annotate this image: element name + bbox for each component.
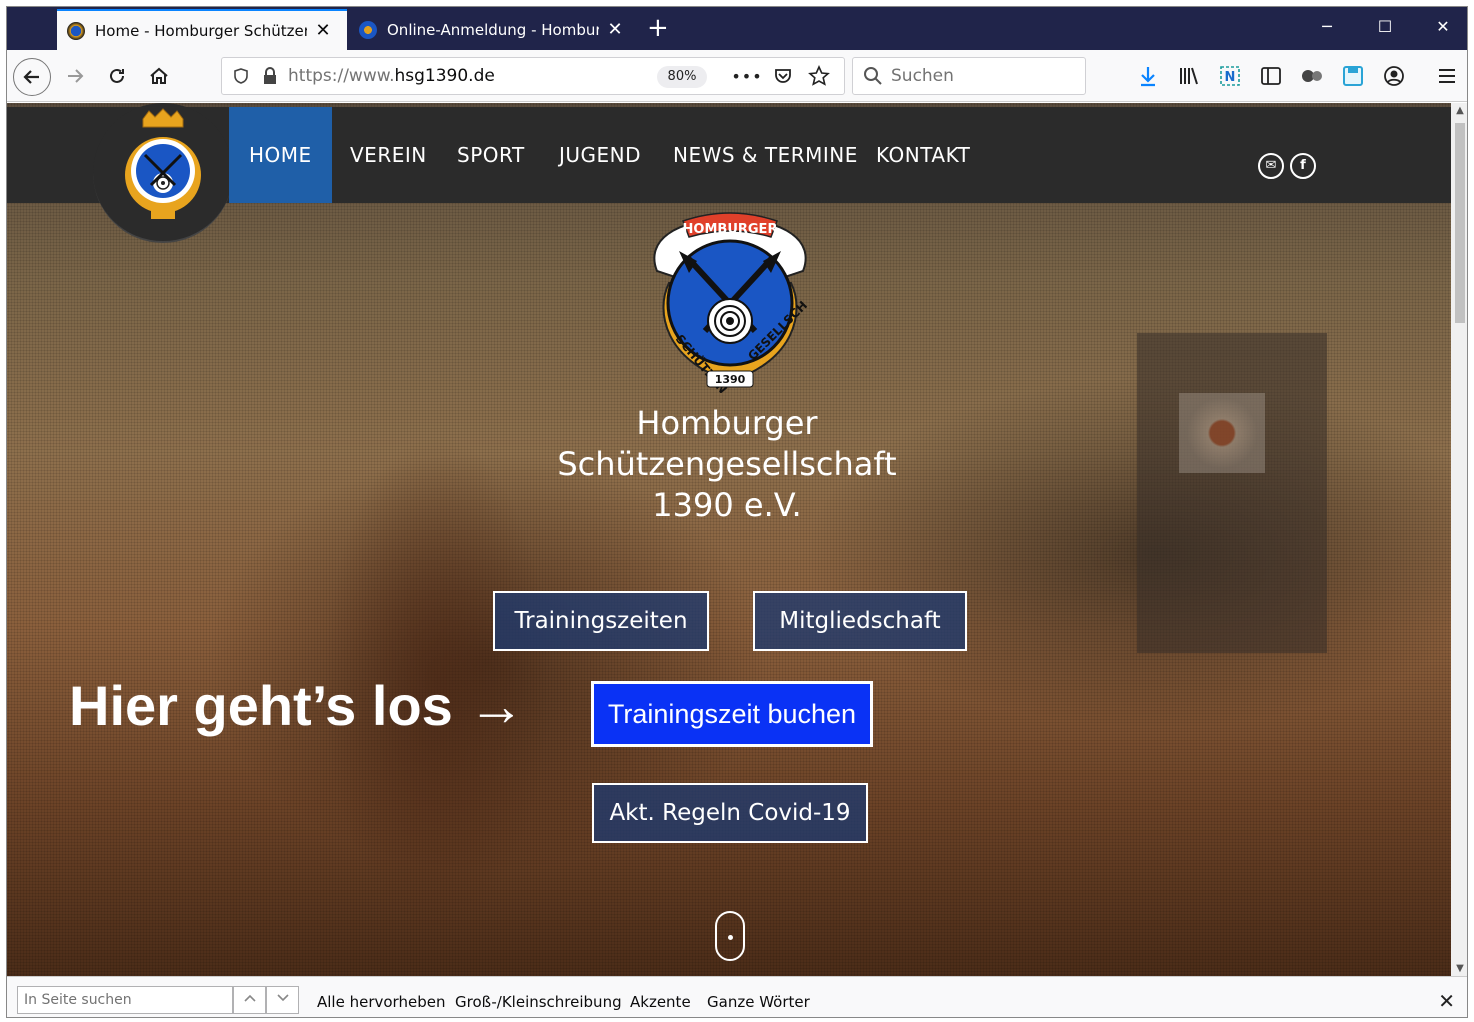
- download-arrow-icon: [1141, 67, 1155, 87]
- hamburger-menu-icon: [1439, 69, 1455, 83]
- search-placeholder: Suchen: [891, 66, 954, 86]
- home-button[interactable]: [143, 60, 175, 92]
- back-button[interactable]: [13, 58, 51, 96]
- tab-online-anmeldung[interactable]: Online-Anmeldung - Homburger ✕: [349, 9, 639, 50]
- scroll-up-icon[interactable]: ▲: [1454, 105, 1466, 116]
- cta-text: Hier geht’s los →: [69, 674, 525, 737]
- find-bar: In Seite suchen Alle hervorheben Groß-/K…: [7, 976, 1467, 1017]
- target-stand: [1137, 333, 1327, 653]
- reload-icon: [110, 68, 124, 83]
- star-icon: [808, 65, 830, 86]
- library-button[interactable]: [1173, 60, 1205, 92]
- site-favicon-icon: [67, 21, 85, 40]
- nav-home[interactable]: HOME: [229, 107, 332, 203]
- scroll-down-icon[interactable]: ▼: [1454, 963, 1466, 974]
- account-button[interactable]: [1378, 60, 1410, 92]
- page-actions-menu-icon[interactable]: •••: [731, 60, 763, 92]
- trainingszeiten-button[interactable]: Trainingszeiten: [493, 591, 709, 651]
- extension-puzzle-icon: [1302, 70, 1322, 82]
- floppy-disk-icon: [1343, 66, 1363, 86]
- mitgliedschaft-button[interactable]: Mitgliedschaft: [753, 591, 967, 651]
- nav-news-termine[interactable]: NEWS & TERMINE: [653, 107, 878, 203]
- bookmark-star-button[interactable]: [803, 60, 835, 92]
- tab-home[interactable]: Home - Homburger Schützengesellschaft ✕: [57, 9, 347, 50]
- extension-n-button[interactable]: N: [1214, 60, 1246, 92]
- globe-favicon-icon: [359, 20, 377, 39]
- new-tab-button[interactable]: +: [647, 15, 669, 41]
- downloads-button[interactable]: [1132, 60, 1164, 92]
- forward-button[interactable]: [59, 60, 91, 92]
- shield-icon: [234, 68, 248, 84]
- hero-title-line3: 1390 e.V.: [652, 486, 802, 524]
- hero-title-line1: Homburger: [636, 404, 818, 442]
- arrow-left-icon: [23, 70, 39, 84]
- close-tab-icon[interactable]: ✕: [607, 19, 623, 40]
- covid-rules-button[interactable]: Akt. Regeln Covid-19: [592, 783, 868, 843]
- chevron-up-icon: [243, 994, 256, 1002]
- url-protocol: https://www.: [288, 66, 395, 86]
- scrollbar-thumb[interactable]: [1455, 123, 1465, 323]
- maximize-icon[interactable]: ☐: [1375, 17, 1395, 36]
- search-bar[interactable]: Suchen: [852, 57, 1086, 95]
- find-input[interactable]: In Seite suchen: [17, 986, 233, 1014]
- logo-text-top: HOMBURGER: [683, 222, 778, 237]
- minimize-icon[interactable]: ─: [1317, 17, 1337, 36]
- chevron-down-icon: [276, 994, 289, 1002]
- logo-year: 1390: [715, 373, 746, 386]
- tab-title: Home - Homburger Schützengesellschaft: [95, 21, 307, 40]
- nav-toolbar: https://www. hsg1390.de 80% ••• Suchen N: [7, 50, 1467, 102]
- facebook-icon[interactable]: f: [1290, 153, 1316, 179]
- nav-verein[interactable]: VEREIN: [330, 107, 447, 203]
- whole-words-option[interactable]: Ganze Wörter: [707, 993, 810, 1011]
- pocket-button[interactable]: [767, 60, 799, 92]
- hamburger-menu-button[interactable]: [1431, 60, 1463, 92]
- web-page: HOME VEREIN SPORT JUGEND NEWS & TERMINE …: [7, 103, 1451, 976]
- library-icon: [1180, 67, 1198, 85]
- find-previous-button[interactable]: [233, 986, 266, 1014]
- close-find-bar-icon[interactable]: ✕: [1438, 989, 1455, 1013]
- sidebar-icon: [1261, 67, 1281, 85]
- nav-kontakt[interactable]: KONTAKT: [856, 107, 990, 203]
- extension-n-icon: N: [1220, 66, 1240, 86]
- logo-badge[interactable]: [93, 103, 233, 243]
- nav-jugend[interactable]: JUGEND: [539, 107, 661, 203]
- extension-button[interactable]: [1296, 60, 1328, 92]
- nav-sport[interactable]: SPORT: [437, 107, 545, 203]
- home-icon: [150, 67, 168, 84]
- reload-button[interactable]: [101, 60, 133, 92]
- account-icon: [1384, 66, 1404, 86]
- accents-option[interactable]: Akzente: [630, 993, 691, 1011]
- tab-title: Online-Anmeldung - Homburger: [387, 20, 599, 39]
- search-icon: [864, 67, 882, 85]
- match-case-option[interactable]: Groß-/Kleinschreibung: [455, 993, 622, 1011]
- lock-icon: [264, 67, 276, 84]
- sidebar-button[interactable]: [1255, 60, 1287, 92]
- hero-title: Homburger Schützengesellschaft 1390 e.V.: [447, 403, 1007, 526]
- tab-strip: Home - Homburger Schützengesellschaft ✕ …: [7, 7, 1467, 50]
- svg-text:N: N: [1225, 70, 1236, 85]
- hero-title-line2: Schützengesellschaft: [557, 445, 897, 483]
- pocket-icon: [775, 69, 791, 83]
- scroll-down-mouse-icon[interactable]: [715, 911, 745, 961]
- club-logo-large: HOMBURGER SCHÜTZEN GESELLSCH 1390: [653, 212, 810, 393]
- browser-window: Home - Homburger Schützengesellschaft ✕ …: [6, 6, 1468, 1018]
- vertical-scrollbar[interactable]: ▲ ▼: [1451, 103, 1467, 976]
- club-logo-small-icon: [125, 108, 201, 219]
- save-extension-button[interactable]: [1337, 60, 1369, 92]
- target-face: [1179, 393, 1265, 473]
- highlight-all-option[interactable]: Alle hervorheben: [317, 993, 445, 1011]
- close-tab-icon[interactable]: ✕: [315, 20, 331, 41]
- trainingszeit-buchen-button[interactable]: Trainingszeit buchen: [591, 681, 873, 747]
- mail-icon[interactable]: ✉: [1258, 153, 1284, 179]
- url-host: hsg1390.de: [394, 66, 495, 86]
- close-window-icon[interactable]: ✕: [1433, 17, 1453, 36]
- arrow-right-icon: [68, 69, 84, 83]
- find-next-button[interactable]: [266, 986, 299, 1014]
- zoom-indicator[interactable]: 80%: [657, 66, 707, 88]
